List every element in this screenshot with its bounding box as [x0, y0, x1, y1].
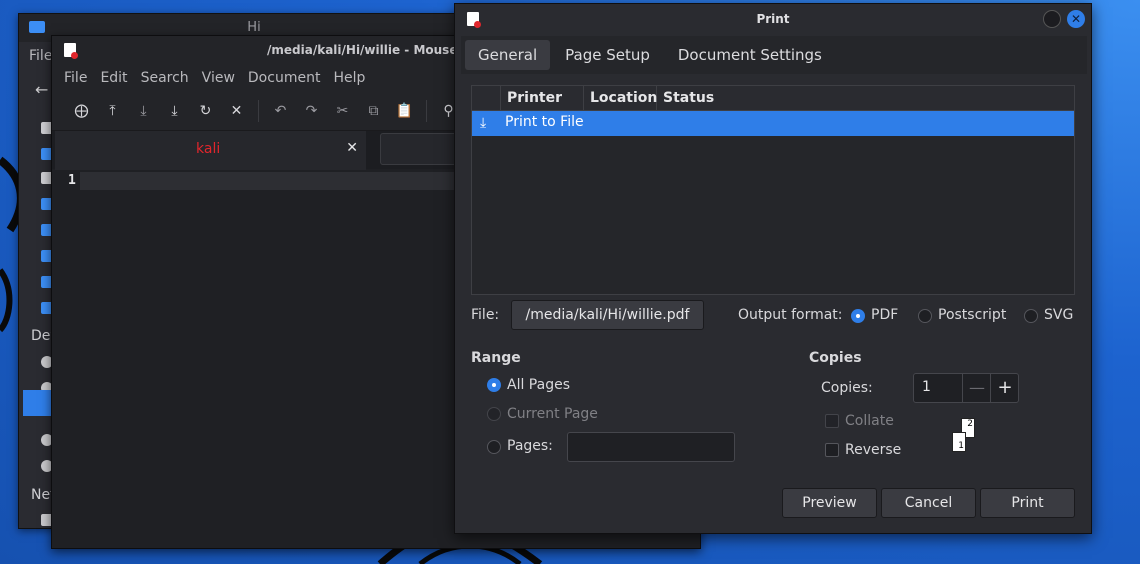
copies-increment-button[interactable]: +: [990, 374, 1019, 402]
format-postscript-label[interactable]: Postscript: [938, 307, 1006, 323]
print-dialog[interactable]: Print ✕ General Page Setup Document Sett…: [454, 3, 1092, 534]
close-tab-icon[interactable]: ✕: [346, 140, 358, 156]
folder-icon: [29, 21, 45, 33]
copies-spinbutton[interactable]: 1 — +: [913, 373, 1019, 403]
menu-help[interactable]: Help: [333, 70, 365, 86]
printer-name: Print to File: [505, 114, 584, 130]
mousepad-title: /media/kali/Hi/willie - Mousepad: [267, 43, 483, 57]
format-pdf-radio[interactable]: [851, 309, 865, 323]
print-app-icon: [467, 12, 481, 28]
tab-label: kali: [196, 141, 221, 157]
collate-label[interactable]: Collate: [845, 413, 894, 429]
printer-list-header: Printer Location Status: [472, 86, 1074, 111]
printer-list[interactable]: Printer Location Status ⤓ Print to File: [471, 85, 1075, 295]
line-number-gutter: 1: [52, 170, 78, 548]
save-icon[interactable]: ⤓: [128, 96, 159, 126]
header-spacer: [472, 86, 501, 110]
copy-icon[interactable]: ⧉: [358, 96, 389, 126]
range-pages-radio[interactable]: [487, 440, 501, 454]
range-all-pages-radio[interactable]: [487, 378, 501, 392]
copies-label: Copies:: [821, 380, 873, 396]
range-all-pages-label[interactable]: All Pages: [507, 377, 570, 393]
format-pdf-label[interactable]: PDF: [871, 307, 898, 323]
page-order-icon-page-1: 1: [952, 432, 966, 452]
new-document-icon[interactable]: ⨁: [66, 96, 97, 126]
copies-value[interactable]: 1: [922, 379, 931, 395]
collate-checkbox[interactable]: [825, 414, 839, 428]
toolbar-separator: [258, 100, 259, 122]
menu-file[interactable]: File: [64, 70, 87, 86]
reverse-label[interactable]: Reverse: [845, 442, 901, 458]
column-status[interactable]: Status: [657, 86, 1074, 110]
file-path-button[interactable]: /media/kali/Hi/willie.pdf: [511, 300, 704, 330]
format-svg-radio[interactable]: [1024, 309, 1038, 323]
pages-input[interactable]: [567, 432, 735, 462]
redo-icon[interactable]: ↷: [296, 96, 327, 126]
tab-page-setup[interactable]: Page Setup: [552, 40, 663, 70]
print-dialog-tabs: General Page Setup Document Settings: [461, 36, 1087, 74]
toolbar-separator: [426, 100, 427, 122]
copies-heading: Copies: [809, 350, 862, 366]
format-svg-label[interactable]: SVG: [1044, 307, 1073, 323]
menu-view[interactable]: View: [202, 70, 235, 86]
download-icon: ⤓: [480, 115, 487, 131]
print-dialog-title: Print: [756, 12, 790, 26]
menu-search[interactable]: Search: [141, 70, 189, 86]
print-button[interactable]: Print: [980, 488, 1075, 518]
menu-edit[interactable]: Edit: [100, 70, 127, 86]
file-manager-title: Hi: [247, 20, 261, 35]
back-arrow-icon[interactable]: ←: [35, 80, 48, 99]
paste-icon[interactable]: 📋: [389, 96, 420, 126]
range-heading: Range: [471, 350, 521, 366]
close-document-icon[interactable]: ✕: [221, 96, 252, 126]
column-location[interactable]: Location: [584, 86, 657, 110]
file-manager-menu-file[interactable]: File: [29, 48, 52, 64]
reverse-checkbox[interactable]: [825, 443, 839, 457]
file-label: File:: [471, 307, 500, 323]
range-current-page-label[interactable]: Current Page: [507, 406, 598, 422]
menu-document[interactable]: Document: [248, 70, 321, 86]
cancel-button[interactable]: Cancel: [881, 488, 976, 518]
tab-kali[interactable]: kali ✕: [55, 131, 366, 171]
save-as-icon[interactable]: ⤓: [159, 96, 190, 126]
close-dialog-button[interactable]: ✕: [1067, 10, 1085, 28]
line-number: 1: [68, 173, 76, 188]
cut-icon[interactable]: ✂: [327, 96, 358, 126]
range-current-page-radio[interactable]: [487, 407, 501, 421]
open-file-icon[interactable]: ⤒: [97, 96, 128, 126]
output-format-label: Output format:: [738, 307, 843, 323]
tab-general[interactable]: General: [465, 40, 551, 70]
minimize-button[interactable]: [1043, 10, 1061, 28]
column-printer[interactable]: Printer: [501, 86, 584, 110]
print-dialog-titlebar: Print ✕: [455, 4, 1091, 34]
reload-icon[interactable]: ↻: [190, 96, 221, 126]
mousepad-app-icon: [64, 43, 78, 59]
range-pages-label[interactable]: Pages:: [507, 438, 553, 454]
copies-decrement-button[interactable]: —: [962, 374, 991, 402]
undo-icon[interactable]: ↶: [265, 96, 296, 126]
tab-document-settings[interactable]: Document Settings: [665, 40, 835, 70]
preview-button[interactable]: Preview: [782, 488, 877, 518]
format-postscript-radio[interactable]: [918, 309, 932, 323]
printer-row-print-to-file[interactable]: ⤓ Print to File: [472, 111, 1074, 136]
